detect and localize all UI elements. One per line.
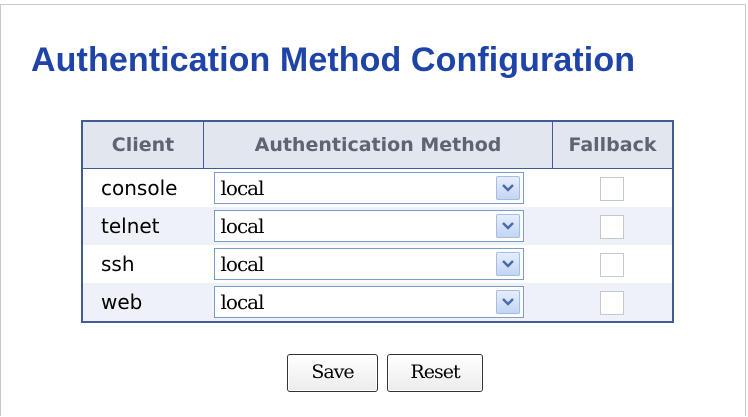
- method-select-value: local: [220, 252, 265, 276]
- content-frame: Authentication Method Configuration Clie…: [0, 4, 746, 416]
- method-select-value: local: [220, 176, 265, 200]
- column-header-fallback: Fallback: [552, 120, 674, 169]
- page-title: Authentication Method Configuration: [31, 41, 636, 79]
- method-select-ssh[interactable]: local: [213, 248, 524, 280]
- table-row: ssh local: [82, 245, 673, 283]
- chevron-down-icon[interactable]: [495, 290, 520, 314]
- fallback-checkbox-console[interactable]: [600, 176, 625, 201]
- method-cell: local: [203, 168, 553, 207]
- method-select-web[interactable]: local: [213, 286, 524, 318]
- chevron-down-icon[interactable]: [495, 214, 520, 238]
- auth-method-table: Client Authentication Method Fallback co…: [81, 120, 674, 323]
- table-row: web local: [82, 283, 673, 322]
- fallback-cell: [552, 168, 673, 207]
- chevron-down-icon[interactable]: [495, 176, 520, 200]
- method-select-value: local: [220, 290, 265, 314]
- column-header-client: Client: [81, 120, 204, 169]
- fallback-cell: [552, 283, 673, 322]
- table-row: console local: [82, 168, 673, 207]
- client-cell: web: [82, 283, 204, 322]
- reset-button[interactable]: Reset: [387, 354, 483, 392]
- method-cell: local: [203, 283, 553, 322]
- method-cell: local: [203, 245, 553, 283]
- fallback-checkbox-web[interactable]: [600, 290, 625, 315]
- table-header-row: Client Authentication Method Fallback: [81, 120, 674, 169]
- client-cell: ssh: [82, 245, 204, 283]
- client-cell: telnet: [82, 207, 204, 245]
- fallback-cell: [552, 245, 673, 283]
- table-row: telnet local: [82, 207, 673, 245]
- chevron-down-icon[interactable]: [495, 252, 520, 276]
- fallback-cell: [552, 207, 673, 245]
- method-select-telnet[interactable]: local: [213, 210, 524, 242]
- fallback-checkbox-telnet[interactable]: [600, 214, 625, 239]
- method-cell: local: [203, 207, 553, 245]
- method-select-console[interactable]: local: [213, 172, 524, 204]
- method-select-value: local: [220, 214, 265, 238]
- client-cell: console: [82, 168, 204, 207]
- fallback-checkbox-ssh[interactable]: [600, 252, 625, 277]
- save-button[interactable]: Save: [287, 354, 378, 392]
- column-header-method: Authentication Method: [203, 120, 553, 169]
